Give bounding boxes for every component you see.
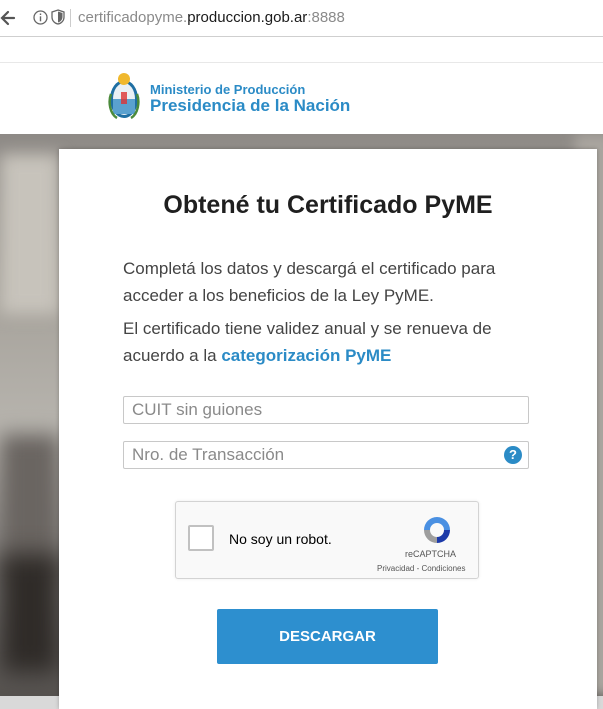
categorization-link[interactable]: categorización PyME: [221, 346, 391, 365]
url-host: produccion.gob.ar: [187, 9, 308, 26]
download-button[interactable]: DESCARGAR: [217, 609, 438, 664]
address-separator: [70, 9, 71, 27]
address-bar: certificadopyme.produccion.gob.ar:8888: [0, 0, 603, 37]
recaptcha-brand: reCAPTCHA: [405, 549, 457, 559]
url-prefix: certificadopyme.: [78, 9, 188, 26]
presidency-name: Presidencia de la Nación: [150, 96, 351, 115]
ministry-name: Ministerio de Producción: [150, 82, 306, 97]
back-arrow-icon[interactable]: [0, 5, 18, 31]
url-text[interactable]: certificadopyme.produccion.gob.ar:8888: [78, 9, 345, 27]
recaptcha-logo-icon: [424, 517, 450, 543]
cuit-field[interactable]: [123, 396, 529, 424]
recaptcha-label: No soy un robot.: [229, 531, 332, 547]
certificate-card: Obtené tu Certificado PyME Completá los …: [59, 149, 597, 709]
intro-text: Completá los datos y descargá el certifi…: [123, 259, 496, 305]
recaptcha-checkbox[interactable]: [188, 525, 214, 551]
validity-text: El certificado tiene validez anual y se …: [123, 315, 523, 369]
transaction-field[interactable]: ?: [123, 441, 529, 469]
shield-icon[interactable]: [51, 9, 65, 25]
url-port: :8888: [307, 9, 345, 26]
cuit-input[interactable]: [124, 397, 492, 423]
help-icon[interactable]: ?: [504, 446, 522, 464]
crest-icon: [108, 73, 140, 120]
toolbar-gap: [0, 37, 603, 63]
recaptcha-terms[interactable]: Privacidad - Condiciones: [377, 564, 466, 573]
page-title: Obtené tu Certificado PyME: [163, 191, 493, 219]
transaction-input[interactable]: [124, 442, 492, 468]
info-icon[interactable]: [33, 10, 48, 25]
site-header: Ministerio de Producción Presidencia de …: [0, 63, 603, 134]
recaptcha-widget: No soy un robot. reCAPTCHA Privacidad - …: [175, 501, 479, 579]
